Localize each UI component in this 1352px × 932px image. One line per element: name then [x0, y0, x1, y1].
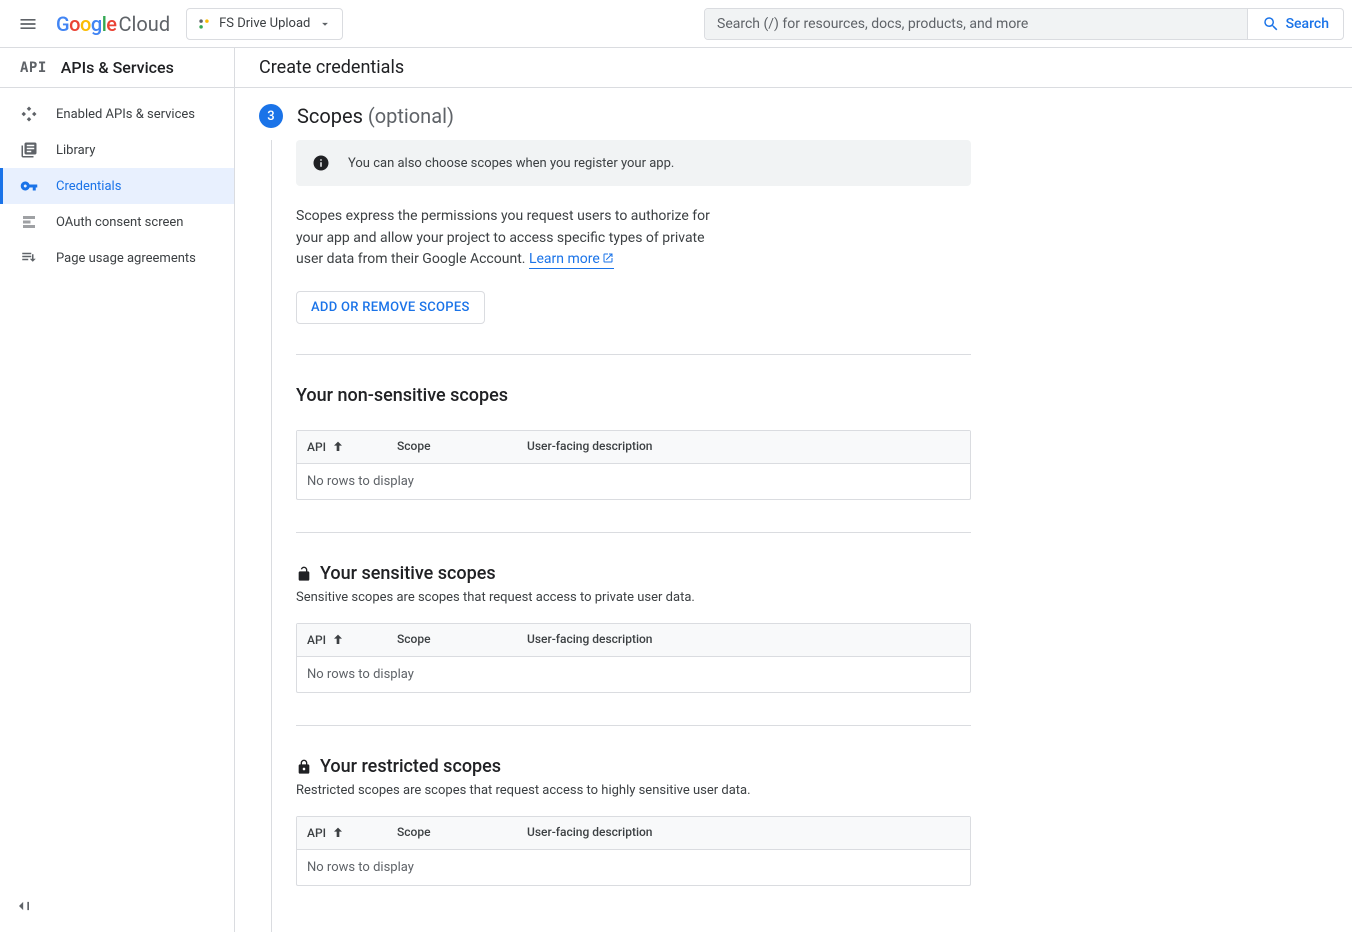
sidebar-item-oauth-consent[interactable]: OAuth consent screen: [0, 204, 234, 240]
sidebar-item-label: Page usage agreements: [56, 251, 196, 266]
key-icon: [20, 177, 38, 195]
col-scope[interactable]: Scope: [387, 431, 517, 463]
add-remove-scopes-button[interactable]: ADD OR REMOVE SCOPES: [296, 291, 485, 324]
hamburger-icon: [18, 14, 38, 34]
col-api[interactable]: API: [297, 817, 387, 849]
col-desc[interactable]: User-facing description: [517, 624, 970, 656]
sort-up-icon: [330, 632, 346, 648]
sidebar-item-label: OAuth consent screen: [56, 215, 183, 230]
diamond-icon: [20, 105, 38, 123]
col-scope[interactable]: Scope: [387, 624, 517, 656]
sensitive-table: API Scope User-facing description No row…: [296, 623, 971, 693]
divider: [296, 532, 971, 533]
info-icon: [312, 154, 330, 172]
sidebar-item-label: Library: [56, 143, 95, 158]
scopes-description: Scopes express the permissions you reque…: [296, 206, 716, 271]
consent-icon: [20, 213, 38, 231]
step-title: Scopes: [297, 104, 363, 128]
info-box: You can also choose scopes when you regi…: [296, 140, 971, 186]
divider: [296, 354, 971, 355]
collapse-icon: [14, 896, 34, 916]
sidebar-collapse-button[interactable]: [14, 896, 34, 920]
sidebar-item-label: Credentials: [56, 179, 121, 194]
nonsensitive-table: API Scope User-facing description No row…: [296, 430, 971, 500]
table-empty: No rows to display: [297, 850, 970, 885]
sidebar-item-enabled-apis[interactable]: Enabled APIs & services: [0, 96, 234, 132]
divider: [296, 725, 971, 726]
search-input[interactable]: [705, 9, 1247, 39]
restricted-table: API Scope User-facing description No row…: [296, 816, 971, 886]
page-title: Create credentials: [235, 48, 1352, 88]
search-icon: [1262, 15, 1280, 33]
col-scope[interactable]: Scope: [387, 817, 517, 849]
api-icon: API: [20, 60, 47, 76]
nonsensitive-title: Your non-sensitive scopes: [296, 385, 971, 406]
learn-more-link[interactable]: Learn more: [529, 251, 614, 269]
col-api[interactable]: API: [297, 431, 387, 463]
hamburger-menu[interactable]: [8, 4, 48, 44]
main-content: Create credentials 3 Scopes (optional) Y…: [235, 48, 1352, 932]
sidebar-header[interactable]: API APIs & Services: [0, 48, 234, 88]
col-desc[interactable]: User-facing description: [517, 431, 970, 463]
restricted-sub: Restricted scopes are scopes that reques…: [296, 783, 971, 798]
step-number-badge: 3: [259, 104, 283, 128]
library-icon: [20, 141, 38, 159]
lock-icon: [296, 759, 312, 775]
sort-up-icon: [330, 825, 346, 841]
sidebar-item-label: Enabled APIs & services: [56, 107, 195, 122]
search-button[interactable]: Search: [1247, 9, 1343, 39]
step-optional: (optional): [368, 104, 454, 128]
sidebar: API APIs & Services Enabled APIs & servi…: [0, 48, 235, 932]
sort-up-icon: [330, 439, 346, 455]
agreement-icon: [20, 249, 38, 267]
unlock-icon: [296, 566, 312, 582]
project-name: FS Drive Upload: [219, 16, 310, 31]
sidebar-item-credentials[interactable]: Credentials: [0, 168, 234, 204]
restricted-title: Your restricted scopes: [296, 756, 971, 777]
google-cloud-logo[interactable]: Google Cloud: [56, 12, 170, 36]
sensitive-sub: Sensitive scopes are scopes that request…: [296, 590, 971, 605]
project-selector[interactable]: FS Drive Upload: [186, 8, 343, 40]
dropdown-icon: [318, 17, 332, 31]
col-api[interactable]: API: [297, 624, 387, 656]
step-header: 3 Scopes (optional): [259, 104, 971, 128]
table-empty: No rows to display: [297, 657, 970, 692]
sidebar-item-library[interactable]: Library: [0, 132, 234, 168]
sensitive-title: Your sensitive scopes: [296, 563, 971, 584]
search-container: Search: [704, 8, 1344, 40]
sidebar-item-page-usage[interactable]: Page usage agreements: [0, 240, 234, 276]
project-icon: [197, 17, 211, 31]
table-empty: No rows to display: [297, 464, 970, 499]
external-link-icon: [602, 252, 614, 264]
col-desc[interactable]: User-facing description: [517, 817, 970, 849]
